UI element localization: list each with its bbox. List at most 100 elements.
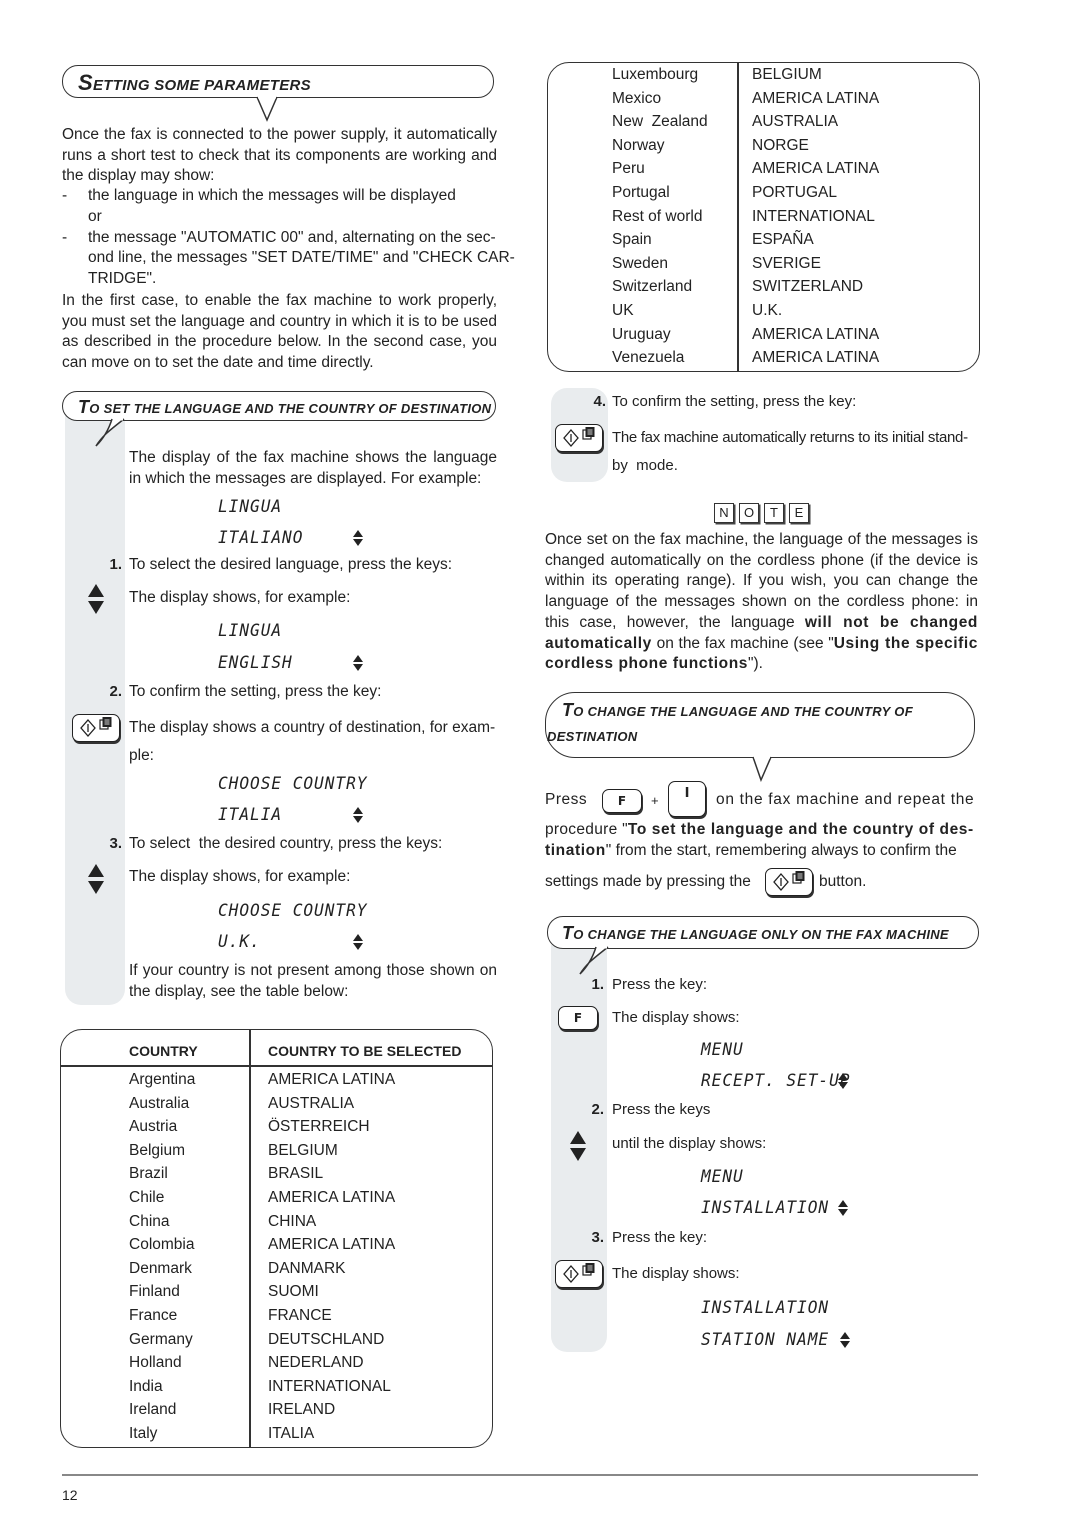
step-number: 1. (591, 976, 604, 993)
f-key-button[interactable]: F (558, 1006, 598, 1030)
table-cell-selected: SWITZERLAND (752, 278, 864, 296)
lcd-line: CHOOSE COUNTRY (218, 774, 368, 794)
procedure-text: procedure "To set the language and the c… (545, 821, 978, 839)
bullet-line: ond line, the messages "SET DATE/TIME" a… (88, 249, 515, 266)
bullet-line: or (88, 208, 102, 225)
section-title-cap: S (78, 70, 93, 95)
table-cell-selected: AMERICA LATINA (752, 325, 880, 343)
table-cell-selected: BRASIL (268, 1165, 324, 1183)
step-desc: by mode. (612, 457, 678, 474)
table-header-selected: COUNTRY TO BE SELECTED (268, 1043, 462, 1059)
i-key-label: I (684, 786, 690, 801)
plus-sign: + (651, 793, 659, 808)
table-cell-selected: AMERICA LATINA (752, 160, 880, 178)
table-cell-country: Norway (612, 136, 665, 154)
note-text-part: "). (748, 655, 763, 673)
bubble-pointer (579, 946, 609, 975)
table-header-divider (60, 1065, 493, 1067)
table-cell-country: Chile (129, 1189, 165, 1206)
lcd-line: MENU (701, 1040, 744, 1060)
note-letter: N (714, 503, 734, 523)
start-copy-icon (563, 427, 595, 447)
note-text-part: on the fax machine (see " (651, 634, 834, 652)
step-desc: until the display shows: (612, 1135, 767, 1152)
start-key-button[interactable] (765, 868, 813, 896)
change-language-only-title: To change the language only on the fax m… (562, 923, 949, 944)
updown-arrow-icon (353, 530, 363, 546)
title-rest: o change the language and the country of (573, 704, 913, 719)
table-cell-country: New Zealand (612, 113, 708, 131)
lcd-line: ITALIANO (218, 528, 304, 548)
table-cell-country: Italy (129, 1425, 158, 1442)
note-letter: O (739, 503, 759, 523)
title-rest: o set the language and the country of de… (89, 401, 492, 416)
table-cell-selected: AMERICA LATINA (752, 89, 880, 107)
step-text: To select the desired language, press th… (129, 556, 453, 573)
table-cell-selected: SVERIGE (752, 254, 821, 272)
title-cap: T (562, 700, 574, 720)
table-cell-country: Colombia (129, 1236, 195, 1254)
change-language-country-title-line2: destination (547, 729, 638, 744)
updown-keys-icon[interactable] (88, 864, 104, 894)
step-desc: The display shows, for example: (129, 868, 351, 885)
change-language-country-title: To change the language and the country o… (562, 700, 913, 721)
lcd-line: CHOOSE COUNTRY (218, 901, 368, 921)
table-cell-selected: AMERICA LATINA (268, 1189, 396, 1206)
step-text: To confirm the setting, press the key: (129, 683, 382, 700)
updown-arrow-icon (838, 1073, 848, 1089)
start-key-button[interactable] (555, 424, 603, 452)
lcd-line: INSTALLATION (701, 1198, 830, 1218)
table-cell-country: Denmark (129, 1259, 192, 1277)
table-cell-country: Holland (129, 1354, 182, 1372)
table-cell-selected: ESPAÑA (752, 231, 814, 249)
table-cell-country: India (129, 1377, 163, 1395)
table-cell-country: Australia (129, 1094, 190, 1112)
start-key-button[interactable] (555, 1260, 603, 1288)
table-cell-selected: IRELAND (268, 1401, 336, 1419)
table-cell-country: France (129, 1307, 178, 1324)
bullet-line: the language in which the messages will … (88, 187, 456, 204)
step-number: 2. (591, 1101, 604, 1118)
table-cell-country: Portugal (612, 184, 670, 201)
table-column-divider (249, 1029, 251, 1448)
table-cell-country: Luxembourg (612, 66, 699, 83)
table-cell-selected: CHINA (268, 1212, 317, 1230)
step-text: Press the key: (612, 1229, 708, 1246)
table-cell-selected: ITALIA (268, 1425, 315, 1442)
step-desc: ple: (129, 747, 154, 764)
start-key-button[interactable] (72, 714, 120, 742)
table-cell-selected: AMERICA LATINA (268, 1071, 396, 1088)
table-cell-country: Argentina (129, 1071, 196, 1088)
lcd-line: STATION NAME (701, 1330, 830, 1350)
step-desc: The display shows: (612, 1009, 740, 1026)
set-language-title: To set the language and the country of d… (78, 397, 491, 418)
table-cell-selected: AMERICA LATINA (268, 1236, 396, 1254)
bullet-line: TRIDGE". (88, 270, 157, 287)
f-key-button[interactable]: F (602, 789, 642, 813)
title-cap: T (562, 923, 574, 943)
lcd-line: LINGUA (218, 497, 283, 517)
bullet-line: the message "AUTOMATIC 00" and, alternat… (88, 229, 496, 246)
step-text: To select the desired country, press the… (129, 835, 443, 852)
start-copy-icon (80, 717, 112, 737)
table-cell-selected: BELGIUM (752, 66, 822, 83)
lcd-line: U.K. (218, 932, 261, 952)
start-copy-icon (773, 871, 805, 891)
updown-keys-icon[interactable] (88, 584, 104, 614)
updown-keys-icon[interactable] (570, 1131, 586, 1161)
table-cell-selected: INTERNATIONAL (752, 207, 875, 225)
bubble-pointer (752, 756, 772, 782)
step-text: To confirm the setting, press the key: (612, 393, 857, 410)
lcd-line: INSTALLATION (701, 1298, 830, 1318)
lcd-line: LINGUA (218, 621, 283, 641)
bullet-dash: - (62, 229, 68, 246)
title-rest: o change the language only on the fax ma… (573, 927, 949, 942)
procedure-link-text: tination (545, 842, 606, 859)
table-cell-selected: DANMARK (268, 1259, 346, 1277)
i-key-button[interactable]: I (668, 781, 706, 817)
set-language-footer: If your country is not present among tho… (129, 962, 497, 1000)
table-cell-selected: PORTUGAL (752, 184, 837, 201)
lcd-line: RECEPT. SET-UP (701, 1071, 851, 1091)
procedure-link-text: To set the language and the country of d… (627, 821, 974, 838)
step-number: 1. (109, 556, 122, 573)
